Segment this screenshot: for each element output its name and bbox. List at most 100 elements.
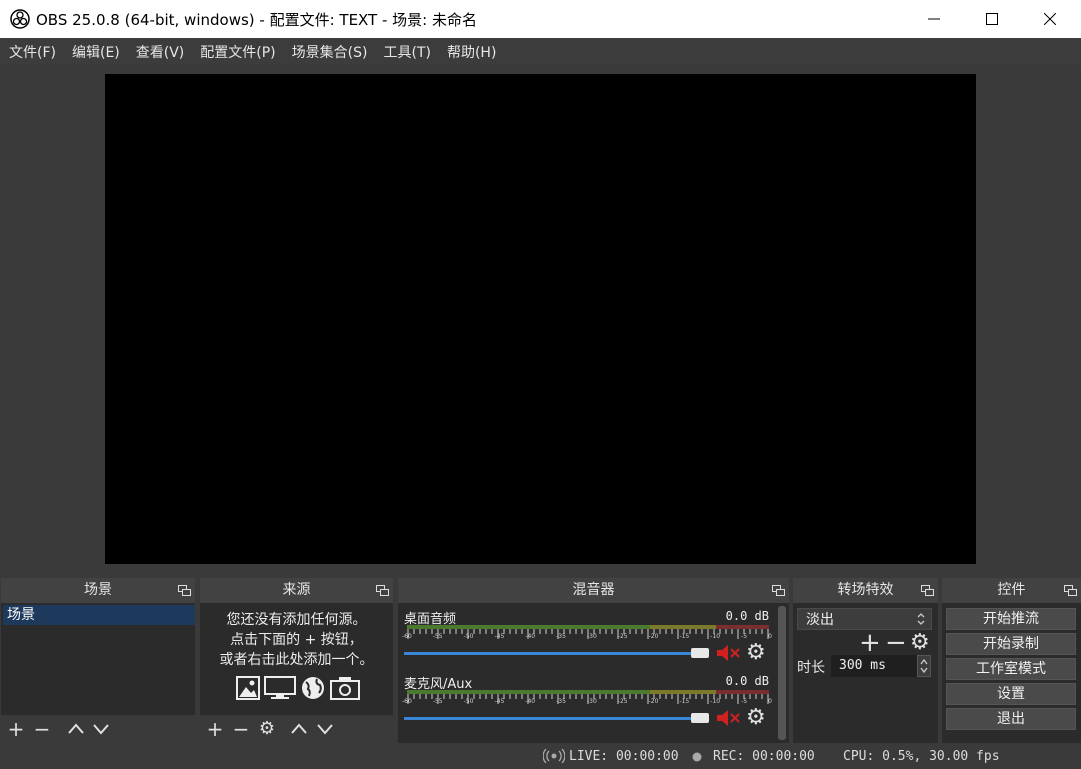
sources-toolbar: + − ⚙ <box>200 715 393 743</box>
maximize-button[interactable] <box>963 0 1021 38</box>
volume-slider-handle[interactable] <box>691 713 709 723</box>
sources-empty-line: 点击下面的 + 按钮， <box>230 632 363 648</box>
remove-source-icon[interactable]: − <box>231 719 251 739</box>
sources-dock: 来源 您还没有添加任何源。 点击下面的 + 按钮， 或者右击此处添加一个。 + … <box>200 578 393 743</box>
menu-view[interactable]: 查看(V) <box>136 42 185 62</box>
minimize-icon <box>928 18 940 20</box>
float-dock-icon[interactable] <box>772 585 785 596</box>
move-up-icon[interactable] <box>289 719 309 739</box>
transitions-header: 转场特效 <box>793 578 938 603</box>
globe-icon <box>302 677 324 699</box>
camera-icon <box>330 677 360 700</box>
studio-mode-button[interactable]: 工作室模式 <box>946 658 1076 680</box>
scale-label: 0 <box>768 633 772 640</box>
meter-scale: -60 -55 -50 -45 -40 -35 -30 -25 -20 -15 -10 -5 0 <box>402 698 772 705</box>
window-title: OBS 25.0.8 (64-bit, windows) - 配置文件: TEX… <box>36 11 477 29</box>
close-button[interactable] <box>1021 0 1079 38</box>
menu-file[interactable]: 文件(F) <box>9 42 56 62</box>
menu-edit[interactable]: 编辑(E) <box>72 42 120 62</box>
menu-bar: 文件(F) 编辑(E) 查看(V) 配置文件(P) 场景集合(S) 工具(T) … <box>0 38 1081 65</box>
add-transition-icon[interactable]: + <box>859 628 881 658</box>
scale-label: 0 <box>768 698 772 705</box>
duration-input[interactable]: 300 ms <box>831 655 917 677</box>
move-up-icon[interactable] <box>66 719 86 739</box>
scale-label: -55 <box>432 698 443 705</box>
close-icon <box>1044 13 1056 25</box>
float-dock-icon[interactable] <box>376 585 389 596</box>
source-properties-gear-icon[interactable]: ⚙ <box>257 719 277 739</box>
remove-scene-icon[interactable]: − <box>32 719 52 739</box>
sources-empty-line: 或者右击此处添加一个。 <box>219 652 374 668</box>
menu-help[interactable]: 帮助(H) <box>447 42 496 62</box>
minimize-button[interactable] <box>905 0 963 38</box>
scene-list-item[interactable]: 场景 <box>3 605 195 625</box>
sources-empty-message[interactable]: 您还没有添加任何源。 点击下面的 + 按钮， 或者右击此处添加一个。 <box>200 610 393 670</box>
volume-slider[interactable] <box>404 652 706 655</box>
float-dock-icon[interactable] <box>178 585 191 596</box>
scale-label: -45 <box>494 633 505 640</box>
chevron-updown-icon <box>920 658 928 674</box>
status-bar: LIVE: 00:00:00 REC: 00:00:00 CPU: 0.5%, … <box>0 743 1081 769</box>
maximize-icon <box>986 13 998 25</box>
scale-label: -15 <box>679 633 690 640</box>
preview-canvas[interactable] <box>105 74 976 564</box>
float-dock-icon[interactable] <box>1064 585 1077 596</box>
float-dock-icon[interactable] <box>921 585 934 596</box>
scale-label: -35 <box>556 633 566 640</box>
scale-label: -50 <box>463 698 474 705</box>
move-down-icon[interactable] <box>315 719 335 739</box>
chevron-updown-icon[interactable] <box>915 611 927 627</box>
settings-button[interactable]: 设置 <box>946 683 1076 705</box>
muted-speaker-icon[interactable] <box>716 644 742 662</box>
scale-label: -25 <box>617 698 628 705</box>
move-down-icon[interactable] <box>91 719 111 739</box>
sources-empty-line: 您还没有添加任何源。 <box>226 612 367 628</box>
sources-header: 来源 <box>200 578 393 603</box>
start-recording-button[interactable]: 开始录制 <box>946 633 1076 655</box>
transitions-dock: 转场特效 淡出 + − ⚙ 时长 300 ms <box>793 578 938 743</box>
add-scene-icon[interactable]: + <box>6 719 26 739</box>
display-icon <box>264 676 296 699</box>
scenes-dock: 场景 场景 + − <box>1 578 195 743</box>
scale-label: -60 <box>402 698 412 705</box>
start-streaming-button[interactable]: 开始推流 <box>946 608 1076 630</box>
mixer-header: 混音器 <box>398 578 789 603</box>
scale-label: -35 <box>556 698 566 705</box>
mixer-scrollbar[interactable] <box>778 606 786 740</box>
menu-scene-collection[interactable]: 场景集合(S) <box>292 42 368 62</box>
meter-scale: -60 -55 -50 -45 -40 -35 -30 -25 -20 -15 -10 -5 0 <box>402 633 772 640</box>
volume-slider-handle[interactable] <box>691 648 709 658</box>
exit-button[interactable]: 退出 <box>946 708 1076 730</box>
channel-settings-gear-icon[interactable]: ⚙ <box>746 705 766 730</box>
scale-label: -5 <box>741 698 748 705</box>
scale-label: -10 <box>710 698 721 705</box>
duration-label: 时长 <box>797 660 825 676</box>
muted-speaker-icon[interactable] <box>716 709 742 727</box>
cpu-status: CPU: 0.5%, 30.00 fps <box>843 749 1000 764</box>
scenes-header: 场景 <box>1 578 195 603</box>
scale-label: -20 <box>648 633 659 640</box>
channel-settings-gear-icon[interactable]: ⚙ <box>746 640 766 665</box>
scale-label: -5 <box>741 633 748 640</box>
scale-label: -30 <box>586 698 597 705</box>
transition-select[interactable]: 淡出 <box>797 608 932 630</box>
scale-label: -40 <box>525 698 536 705</box>
source-type-icons <box>236 676 360 700</box>
duration-spinner[interactable] <box>917 655 931 677</box>
menu-tools[interactable]: 工具(T) <box>383 42 430 62</box>
volume-slider[interactable] <box>404 717 706 720</box>
scale-label: -15 <box>679 698 690 705</box>
menu-profile[interactable]: 配置文件(P) <box>200 42 275 62</box>
record-dot-icon <box>692 752 702 762</box>
add-source-icon[interactable]: + <box>205 719 225 739</box>
live-status: LIVE: 00:00:00 <box>569 749 679 764</box>
title-bar: OBS 25.0.8 (64-bit, windows) - 配置文件: TEX… <box>0 0 1081 38</box>
mixer-dock: 混音器 桌面音频 0.0 dB -60 -55 -50 -45 -40 -35 -30 -25… <box>398 578 789 743</box>
scale-label: -10 <box>710 633 721 640</box>
rec-status: REC: 00:00:00 <box>713 749 815 764</box>
scale-label: -40 <box>525 633 536 640</box>
transition-properties-gear-icon[interactable]: ⚙ <box>910 630 930 655</box>
remove-transition-icon[interactable]: − <box>885 628 907 658</box>
channel-db: 0.0 dB <box>725 674 769 688</box>
scale-label: -45 <box>494 698 505 705</box>
